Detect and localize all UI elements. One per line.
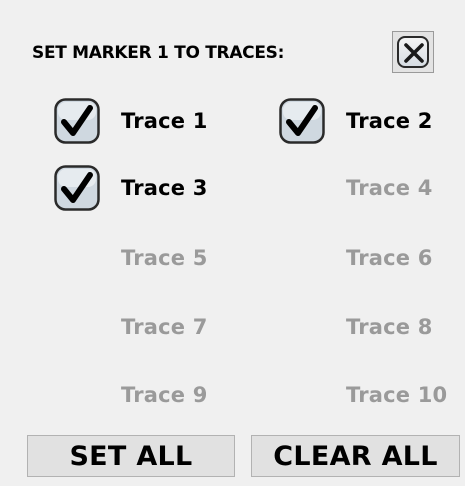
clear-all-button[interactable]: CLEAR ALL (251, 435, 460, 477)
trace-label: Trace 1 (121, 109, 208, 133)
trace-toggle-9[interactable]: Trace 9 (54, 372, 249, 418)
trace-label: Trace 9 (121, 383, 208, 407)
checkbox-checked-icon (54, 165, 100, 211)
trace-toggle-8[interactable]: Trace 8 (279, 304, 465, 350)
trace-toggle-4[interactable]: Trace 4 (279, 165, 465, 211)
checkbox-checked-icon (279, 98, 325, 144)
checkbox-checked-icon (54, 98, 100, 144)
close-x-icon (404, 43, 424, 63)
trace-label: Trace 3 (121, 176, 208, 200)
trace-toggle-6[interactable]: Trace 6 (279, 235, 465, 281)
trace-label: Trace 7 (121, 315, 208, 339)
close-button[interactable] (392, 31, 434, 73)
trace-toggle-3[interactable]: Trace 3 (54, 165, 249, 211)
set-all-button[interactable]: SET ALL (27, 435, 235, 477)
trace-toggle-1[interactable]: Trace 1 (54, 98, 249, 144)
trace-toggle-7[interactable]: Trace 7 (54, 304, 249, 350)
trace-label: Trace 8 (346, 315, 433, 339)
trace-toggle-10[interactable]: Trace 10 (279, 372, 465, 418)
trace-label: Trace 4 (346, 176, 433, 200)
trace-toggle-5[interactable]: Trace 5 (54, 235, 249, 281)
trace-label: Trace 10 (346, 383, 448, 407)
trace-label: Trace 6 (346, 246, 433, 270)
trace-label: Trace 2 (346, 109, 433, 133)
dialog-title: SET MARKER 1 TO TRACES: (32, 43, 285, 63)
trace-toggle-2[interactable]: Trace 2 (279, 98, 465, 144)
trace-label: Trace 5 (121, 246, 208, 270)
